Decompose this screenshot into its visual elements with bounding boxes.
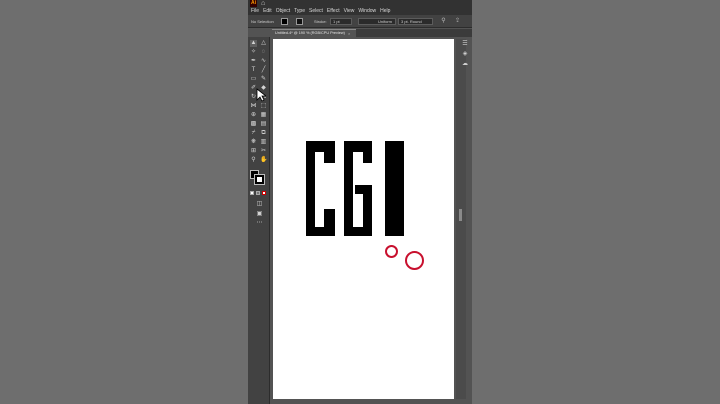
title-bar: Ai ⌂ <box>248 0 472 8</box>
left-letterbox <box>0 0 248 404</box>
none-mode-swatch[interactable] <box>262 191 266 195</box>
layers-icon[interactable]: ◈ <box>461 50 469 58</box>
right-letterbox <box>472 0 720 404</box>
stroke-weight-field[interactable]: 1 pt <box>330 18 352 25</box>
color-mode-swatch[interactable] <box>250 191 254 195</box>
stroke-label: Stroke: <box>314 19 327 24</box>
menu-help[interactable]: Help <box>380 8 390 15</box>
menu-bar: File Edit Object Type Select Effect View… <box>248 8 472 15</box>
zoom-tool-icon[interactable]: ⚲ <box>250 157 257 164</box>
magic-wand-tool-icon[interactable]: ✧ <box>250 49 257 56</box>
document-tab[interactable]: Untitled-4* @ 190 % (RGB/CPU Preview) × <box>272 29 356 37</box>
lasso-tool-icon[interactable]: ◌ <box>260 49 267 56</box>
mesh-tool-icon[interactable]: ▩ <box>250 121 257 128</box>
stroke-color-swatch[interactable] <box>254 174 265 185</box>
perspective-grid-tool-icon[interactable]: ▦ <box>260 112 267 119</box>
brush-definition[interactable]: 3 pt. Round <box>398 18 433 25</box>
direct-selection-tool-icon[interactable]: △ <box>260 40 267 47</box>
control-bar: No Selection Stroke: 1 pt Uniform 3 pt. … <box>248 15 472 28</box>
mouse-cursor-icon <box>256 88 266 102</box>
illustrator-window: Ai ⌂ File Edit Object Type Select Effect… <box>248 0 472 404</box>
selection-status: No Selection <box>251 19 274 24</box>
home-icon[interactable]: ⌂ <box>261 0 268 7</box>
type-tool-icon[interactable]: T <box>250 67 257 74</box>
artwork-paths <box>306 141 404 236</box>
scrollbar-thumb[interactable] <box>459 209 462 221</box>
artboard[interactable] <box>273 39 454 399</box>
letter-i-path <box>385 141 404 236</box>
canvas-area[interactable] <box>270 37 472 404</box>
menu-view[interactable]: View <box>344 8 355 15</box>
selection-tool-icon[interactable]: ▲ <box>250 40 257 47</box>
search-icon[interactable]: ⚲ <box>440 18 447 25</box>
document-tab-bar: Untitled-4* @ 190 % (RGB/CPU Preview) × <box>272 29 472 37</box>
vertical-scrollbar[interactable] <box>456 39 466 399</box>
menu-edit[interactable]: Edit <box>263 8 272 15</box>
shape-builder-tool-icon[interactable]: ⊕ <box>250 112 257 119</box>
click-indicator-small <box>385 245 398 258</box>
letter-g-path <box>344 141 372 236</box>
share-icon[interactable]: ⇪ <box>454 18 461 25</box>
stroke-swatch[interactable] <box>296 18 303 25</box>
libraries-icon[interactable]: ☁ <box>461 60 469 68</box>
close-icon[interactable]: × <box>348 30 350 37</box>
menu-object[interactable]: Object <box>276 8 290 15</box>
menu-effect[interactable]: Effect <box>327 8 340 15</box>
app-logo: Ai <box>250 0 257 7</box>
more-tools-icon[interactable]: ⋯ <box>256 220 263 227</box>
properties-icon[interactable]: ☰ <box>461 40 469 48</box>
blend-tool-icon[interactable]: ⧉ <box>260 130 267 137</box>
cgi-lettering[interactable] <box>273 39 454 399</box>
document-tab-title: Untitled-4* @ 190 % (RGB/CPU Preview) <box>275 31 345 35</box>
eyedropper-tool-icon[interactable]: ⌿ <box>250 130 257 137</box>
column-graph-tool-icon[interactable]: ▥ <box>260 139 267 146</box>
rectangle-tool-icon[interactable]: ▭ <box>250 76 257 83</box>
menu-type[interactable]: Type <box>294 8 305 15</box>
curvature-tool-icon[interactable]: ∿ <box>260 58 267 65</box>
variable-width-profile[interactable]: Uniform <box>358 18 396 25</box>
width-tool-icon[interactable]: ⋈ <box>250 103 257 110</box>
draw-mode-icon[interactable]: ◫ <box>256 201 263 208</box>
click-indicator-large <box>405 251 424 270</box>
artboard-tool-icon[interactable]: ⊞ <box>250 148 257 155</box>
symbol-sprayer-tool-icon[interactable]: ❋ <box>250 139 257 146</box>
gradient-tool-icon[interactable]: ▤ <box>260 121 267 128</box>
paintbrush-tool-icon[interactable]: ✎ <box>260 76 267 83</box>
hand-tool-icon[interactable]: ✋ <box>260 157 267 164</box>
line-tool-icon[interactable]: ╱ <box>260 67 267 74</box>
letter-c-path <box>306 141 335 236</box>
menu-window[interactable]: Window <box>358 8 376 15</box>
menu-file[interactable]: File <box>251 8 259 15</box>
fill-swatch[interactable] <box>281 18 288 25</box>
gradient-mode-swatch[interactable] <box>256 191 260 195</box>
pen-tool-icon[interactable]: ✒ <box>250 58 257 65</box>
free-transform-tool-icon[interactable]: ⬚ <box>260 103 267 110</box>
screen-mode-icon[interactable]: ▣ <box>256 211 263 218</box>
menu-select[interactable]: Select <box>309 8 323 15</box>
slice-tool-icon[interactable]: ✂ <box>260 148 267 155</box>
